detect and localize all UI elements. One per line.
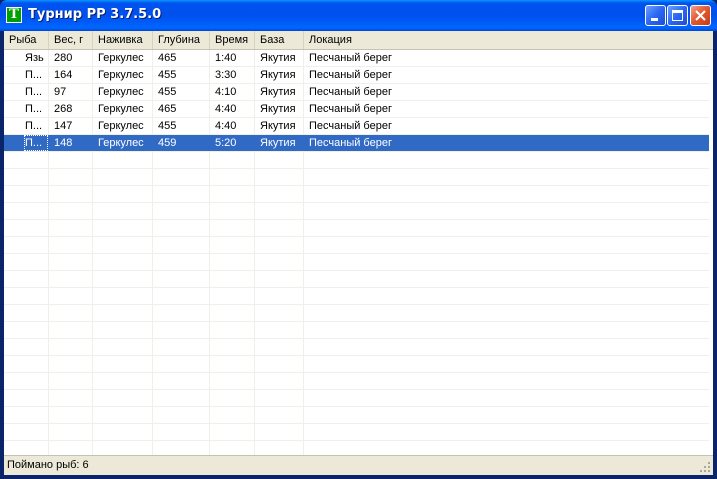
- window-title: Турнир РР 3.7.5.0: [28, 7, 162, 22]
- table-row[interactable]: Язь 280 Геркулес 465 1:40 Якутия Песчаный бере…: [4, 50, 709, 67]
- close-icon: [695, 10, 706, 21]
- empty-row: [4, 169, 709, 186]
- list-header: Рыба Вес, г Наживка Глубина Время База Л…: [4, 31, 713, 50]
- cell-base: Якутия: [260, 86, 296, 98]
- empty-row: [4, 186, 709, 203]
- cell-time: 5:20: [215, 137, 237, 149]
- cell-bait: Геркулес: [98, 137, 144, 149]
- empty-row: [4, 254, 709, 271]
- cell-weight: 164: [54, 69, 73, 81]
- cell-location: Песчаный берег: [309, 86, 392, 98]
- column-header-weight[interactable]: Вес, г: [49, 31, 93, 49]
- cell-base: Якутия: [260, 52, 296, 64]
- column-header-location[interactable]: Локация: [304, 31, 713, 49]
- cell-location: Песчаный берег: [309, 69, 392, 81]
- column-header-bait[interactable]: Наживка: [93, 31, 153, 49]
- cell-base: Якутия: [260, 103, 296, 115]
- table-row[interactable]: П... 97 Геркулес 455 4:10 Якутия Песчаный бере…: [4, 84, 709, 101]
- cell-depth: 455: [158, 86, 177, 98]
- table-row-selected[interactable]: П... 148 Геркулес 459 5:20 Якутия Песчаный бер…: [4, 135, 709, 152]
- cell-bait: Геркулес: [98, 103, 144, 115]
- cell-depth: 455: [158, 120, 177, 132]
- empty-row: [4, 390, 709, 407]
- empty-row: [4, 373, 709, 390]
- cell-location: Песчаный берег: [309, 137, 392, 149]
- empty-row: [4, 407, 709, 424]
- cell-weight: 147: [54, 120, 73, 132]
- app-window: T Турнир РР 3.7.5.0 Рыба Вес, г Наживка …: [0, 0, 717, 479]
- column-header-base[interactable]: База: [255, 31, 304, 49]
- resize-grip-icon[interactable]: [699, 461, 711, 473]
- cell-depth: 465: [158, 103, 177, 115]
- empty-row: [4, 322, 709, 339]
- cell-base: Якутия: [260, 137, 296, 149]
- empty-row: [4, 424, 709, 441]
- cell-fish: П...: [25, 103, 43, 115]
- empty-row: [4, 288, 709, 305]
- cell-time: 3:30: [215, 69, 237, 81]
- cell-time: 4:40: [215, 120, 237, 132]
- column-header-time[interactable]: Время: [210, 31, 255, 49]
- column-header-fish[interactable]: Рыба: [4, 31, 49, 49]
- cell-location: Песчаный берег: [309, 120, 392, 132]
- empty-row: [4, 271, 709, 288]
- maximize-button[interactable]: [667, 5, 688, 26]
- status-bar: Поймано рыб: 6: [4, 455, 713, 475]
- empty-row: [4, 356, 709, 373]
- cell-bait: Геркулес: [98, 52, 144, 64]
- table-row[interactable]: П... 164 Геркулес 455 3:30 Якутия Песчаный бер…: [4, 67, 709, 84]
- cell-base: Якутия: [260, 120, 296, 132]
- empty-row: [4, 220, 709, 237]
- catch-list-view[interactable]: Рыба Вес, г Наживка Глубина Время База Л…: [4, 31, 713, 475]
- app-icon[interactable]: T: [6, 7, 22, 23]
- table-row[interactable]: П... 147 Геркулес 455 4:40 Якутия Песчаный бер…: [4, 118, 709, 135]
- cell-fish: Язь: [25, 52, 44, 64]
- cell-location: Песчаный берег: [309, 52, 392, 64]
- close-button[interactable]: [690, 5, 711, 26]
- cell-weight: 148: [54, 137, 73, 149]
- cell-bait: Геркулес: [98, 120, 144, 132]
- focus-rectangle: [24, 135, 48, 151]
- cell-fish: П...: [25, 86, 43, 98]
- cell-depth: 455: [158, 69, 177, 81]
- empty-row: [4, 339, 709, 356]
- maximize-icon: [672, 10, 683, 21]
- cell-fish: П...: [25, 120, 43, 132]
- column-header-depth[interactable]: Глубина: [153, 31, 210, 49]
- list-body[interactable]: Язь 280 Геркулес 465 1:40 Якутия Песчаный бере…: [4, 50, 713, 455]
- cell-weight: 97: [54, 86, 67, 98]
- empty-row: [4, 152, 709, 169]
- cell-location: Песчаный берег: [309, 103, 392, 115]
- cell-time: 4:10: [215, 86, 237, 98]
- cell-time: 4:40: [215, 103, 237, 115]
- empty-row: [4, 441, 709, 455]
- table-row[interactable]: П... 268 Геркулес 465 4:40 Якутия Песчаный бер…: [4, 101, 709, 118]
- cell-base: Якутия: [260, 69, 296, 81]
- cell-weight: 268: [54, 103, 73, 115]
- cell-fish: П...: [25, 69, 43, 81]
- cell-bait: Геркулес: [98, 69, 144, 81]
- minimize-icon: [651, 18, 658, 21]
- empty-row: [4, 305, 709, 322]
- title-bar[interactable]: T Турнир РР 3.7.5.0: [0, 0, 717, 31]
- cell-depth: 465: [158, 52, 177, 64]
- cell-time: 1:40: [215, 52, 237, 64]
- minimize-button[interactable]: [645, 5, 666, 26]
- status-fish-count: Поймано рыб: 6: [7, 459, 89, 471]
- empty-row: [4, 237, 709, 254]
- cell-bait: Геркулес: [98, 86, 144, 98]
- cell-depth: 459: [158, 137, 177, 149]
- cell-weight: 280: [54, 52, 73, 64]
- empty-row: [4, 203, 709, 220]
